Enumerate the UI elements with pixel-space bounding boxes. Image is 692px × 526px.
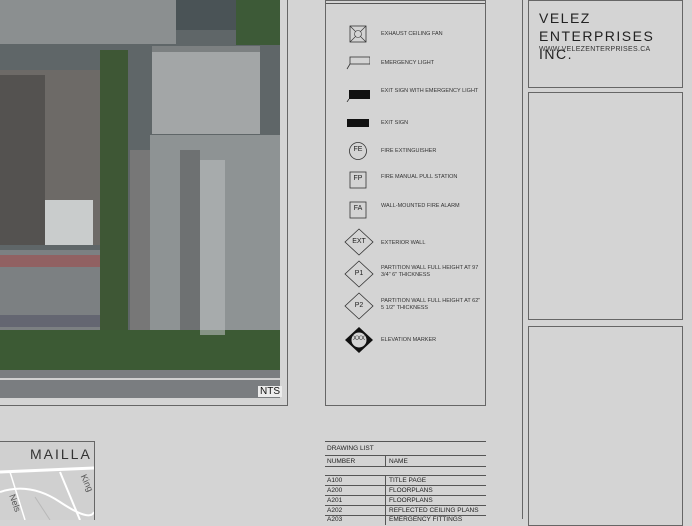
legend-item-partition-wall-p2: P2 PARTITION WALL FULL HEIGHT AT 62" 5 1… bbox=[326, 292, 485, 320]
legend-label: EXIT SIGN WITH EMERGENCY LIGHT bbox=[381, 88, 479, 94]
legend-label: FIRE MANUAL PULL STATION bbox=[381, 174, 458, 180]
elevation-marker-icon: XXX bbox=[344, 326, 374, 354]
rule bbox=[325, 455, 486, 456]
legend-panel: EXHAUST CEILING FAN EMERGENCY LIGHT EXIT… bbox=[325, 0, 486, 406]
exterior-wall-icon: EXT bbox=[344, 228, 374, 256]
legend-label: PARTITION WALL FULL HEIGHT AT 97 3/4" 6"… bbox=[381, 265, 479, 278]
table-row-name: REFLECTED CEILING PLANS bbox=[389, 507, 479, 514]
fire-pull-station-icon: FP bbox=[346, 169, 370, 191]
legend-item-exhaust-fan: EXHAUST CEILING FAN bbox=[326, 23, 485, 49]
legend-item-elevation-marker: XXX ELEVATION MARKER bbox=[326, 326, 485, 354]
table-row-name: FLOORPLANS bbox=[389, 487, 433, 494]
not-to-scale-note: NTS bbox=[258, 386, 282, 397]
aerial-photo-image bbox=[0, 0, 280, 398]
legend-item-exterior-wall: EXT EXTERIOR WALL bbox=[326, 228, 485, 256]
rule bbox=[325, 505, 486, 506]
rule bbox=[325, 485, 486, 486]
partition-wall-p1-icon: P1 bbox=[344, 260, 374, 288]
company-name-line1: VELEZ bbox=[539, 10, 591, 26]
legend-code: FE bbox=[353, 146, 363, 153]
drawing-list-title: DRAWING LIST bbox=[327, 445, 374, 452]
legend-item-fire-pull-station: FP FIRE MANUAL PULL STATION bbox=[326, 169, 485, 195]
emergency-light-icon bbox=[346, 51, 370, 73]
partition-wall-p2-icon: P2 bbox=[344, 292, 374, 320]
rule bbox=[385, 455, 386, 466]
legend-label: ELEVATION MARKER bbox=[381, 337, 437, 343]
rule bbox=[325, 441, 486, 442]
exhaust-fan-icon bbox=[346, 23, 370, 45]
fire-alarm-icon: FA bbox=[346, 199, 370, 221]
legend-code: P2 bbox=[354, 302, 364, 309]
aerial-site-photo bbox=[0, 0, 280, 398]
legend-label: EMERGENCY LIGHT bbox=[381, 60, 435, 66]
legend-item-fire-alarm: FA WALL-MOUNTED FIRE ALARM bbox=[326, 199, 485, 225]
legend-code: XXX bbox=[352, 336, 365, 342]
legend-item-emergency-light: EMERGENCY LIGHT bbox=[326, 51, 485, 77]
table-row-number: A203 bbox=[327, 516, 343, 523]
rule bbox=[325, 495, 486, 496]
fire-extinguisher-icon: FE bbox=[346, 140, 370, 162]
title-block-panel bbox=[528, 326, 683, 526]
legend-item-exit-emergency: EXIT SIGN WITH EMERGENCY LIGHT bbox=[326, 83, 485, 109]
legend-code: EXT bbox=[352, 238, 366, 245]
legend-label: WALL-MOUNTED FIRE ALARM bbox=[381, 203, 460, 209]
table-row-number: A202 bbox=[327, 507, 343, 514]
legend-code: FA bbox=[353, 205, 363, 212]
company-name: VELEZ ENTERPRISES INC. bbox=[539, 9, 692, 63]
table-row-name: EMERGENCY FITTINGS bbox=[389, 516, 463, 523]
table-row-number: A200 bbox=[327, 487, 343, 494]
legend-item-fire-extinguisher: FE FIRE EXTINGUISHER bbox=[326, 140, 485, 166]
legend-label: FIRE EXTINGUISHER bbox=[381, 148, 437, 154]
legend-code: FP bbox=[353, 175, 363, 182]
table-row-name: FLOORPLANS bbox=[389, 497, 433, 504]
legend-code: P1 bbox=[354, 270, 364, 277]
table-row-number: A100 bbox=[327, 477, 343, 484]
company-name-line2: ENTERPRISES INC. bbox=[539, 28, 655, 62]
exit-sign-emergency-icon bbox=[346, 83, 370, 105]
map-area-label: MAILLA bbox=[30, 446, 92, 462]
table-row-number: A201 bbox=[327, 497, 343, 504]
legend-item-exit-sign: EXIT SIGN bbox=[326, 112, 485, 138]
company-website: WWW.VELEZENTERPRISES.CA bbox=[539, 46, 651, 53]
legend-top-rule bbox=[326, 3, 485, 4]
legend-label: EXHAUST CEILING FAN bbox=[381, 31, 443, 37]
rule bbox=[325, 466, 486, 467]
legend-item-partition-wall-p1: P1 PARTITION WALL FULL HEIGHT AT 97 3/4"… bbox=[326, 260, 485, 288]
title-block-panel bbox=[528, 92, 683, 320]
column-header-name: NAME bbox=[389, 458, 408, 465]
legend-label: PARTITION WALL FULL HEIGHT AT 62" 5 1/2"… bbox=[381, 298, 481, 311]
legend-label: EXTERIOR WALL bbox=[381, 240, 426, 246]
exit-sign-icon bbox=[346, 112, 370, 134]
title-block bbox=[522, 0, 692, 526]
rule bbox=[385, 475, 386, 525]
rule bbox=[325, 475, 486, 476]
column-header-number: NUMBER bbox=[327, 458, 356, 465]
table-row-name: TITLE PAGE bbox=[389, 477, 427, 484]
legend-label: EXIT SIGN bbox=[381, 120, 409, 126]
